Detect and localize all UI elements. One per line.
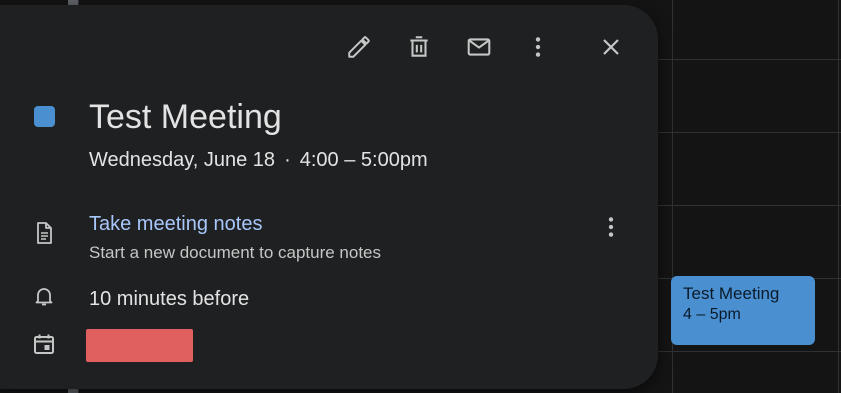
- more-options-button[interactable]: [518, 27, 558, 67]
- event-date: Wednesday, June 18: [89, 149, 276, 171]
- more-vert-icon: [535, 37, 541, 57]
- calendar-event-icon: [31, 331, 57, 357]
- calendar-name-redacted: [86, 329, 193, 362]
- datetime-separator: ·: [284, 149, 291, 171]
- delete-event-button[interactable]: [399, 27, 439, 67]
- pencil-icon: [348, 36, 370, 58]
- notes-more-options-button[interactable]: [591, 207, 631, 247]
- event-chip-time: 4 – 5pm: [683, 306, 741, 323]
- trash-icon: [410, 36, 428, 57]
- event-time: 4:00 – 5:00pm: [299, 149, 428, 171]
- meeting-notes-subtitle: Start a new document to capture notes: [89, 243, 382, 262]
- mail-icon: [467, 38, 491, 56]
- calendar-event-chip[interactable]: Test Meeting 4 – 5pm: [671, 276, 815, 345]
- email-guests-button[interactable]: [459, 27, 499, 67]
- close-icon: [603, 39, 619, 55]
- document-icon: [31, 220, 57, 246]
- event-title: Test Meeting: [89, 98, 282, 136]
- bell-icon: [31, 283, 57, 309]
- take-meeting-notes-link[interactable]: Take meeting notes: [89, 212, 262, 236]
- event-datetime: Wednesday, June 18 · 4:00 – 5:00pm: [89, 148, 428, 172]
- event-color-indicator: [34, 106, 55, 127]
- close-button[interactable]: [591, 27, 631, 67]
- edit-event-button[interactable]: [339, 27, 379, 67]
- event-details-popup: Test Meeting Wednesday, June 18 · 4:00 – 5…: [0, 5, 658, 389]
- event-chip-title: Test Meeting: [683, 284, 780, 303]
- more-vert-icon: [608, 217, 614, 237]
- reminder-text: 10 minutes before: [89, 288, 250, 310]
